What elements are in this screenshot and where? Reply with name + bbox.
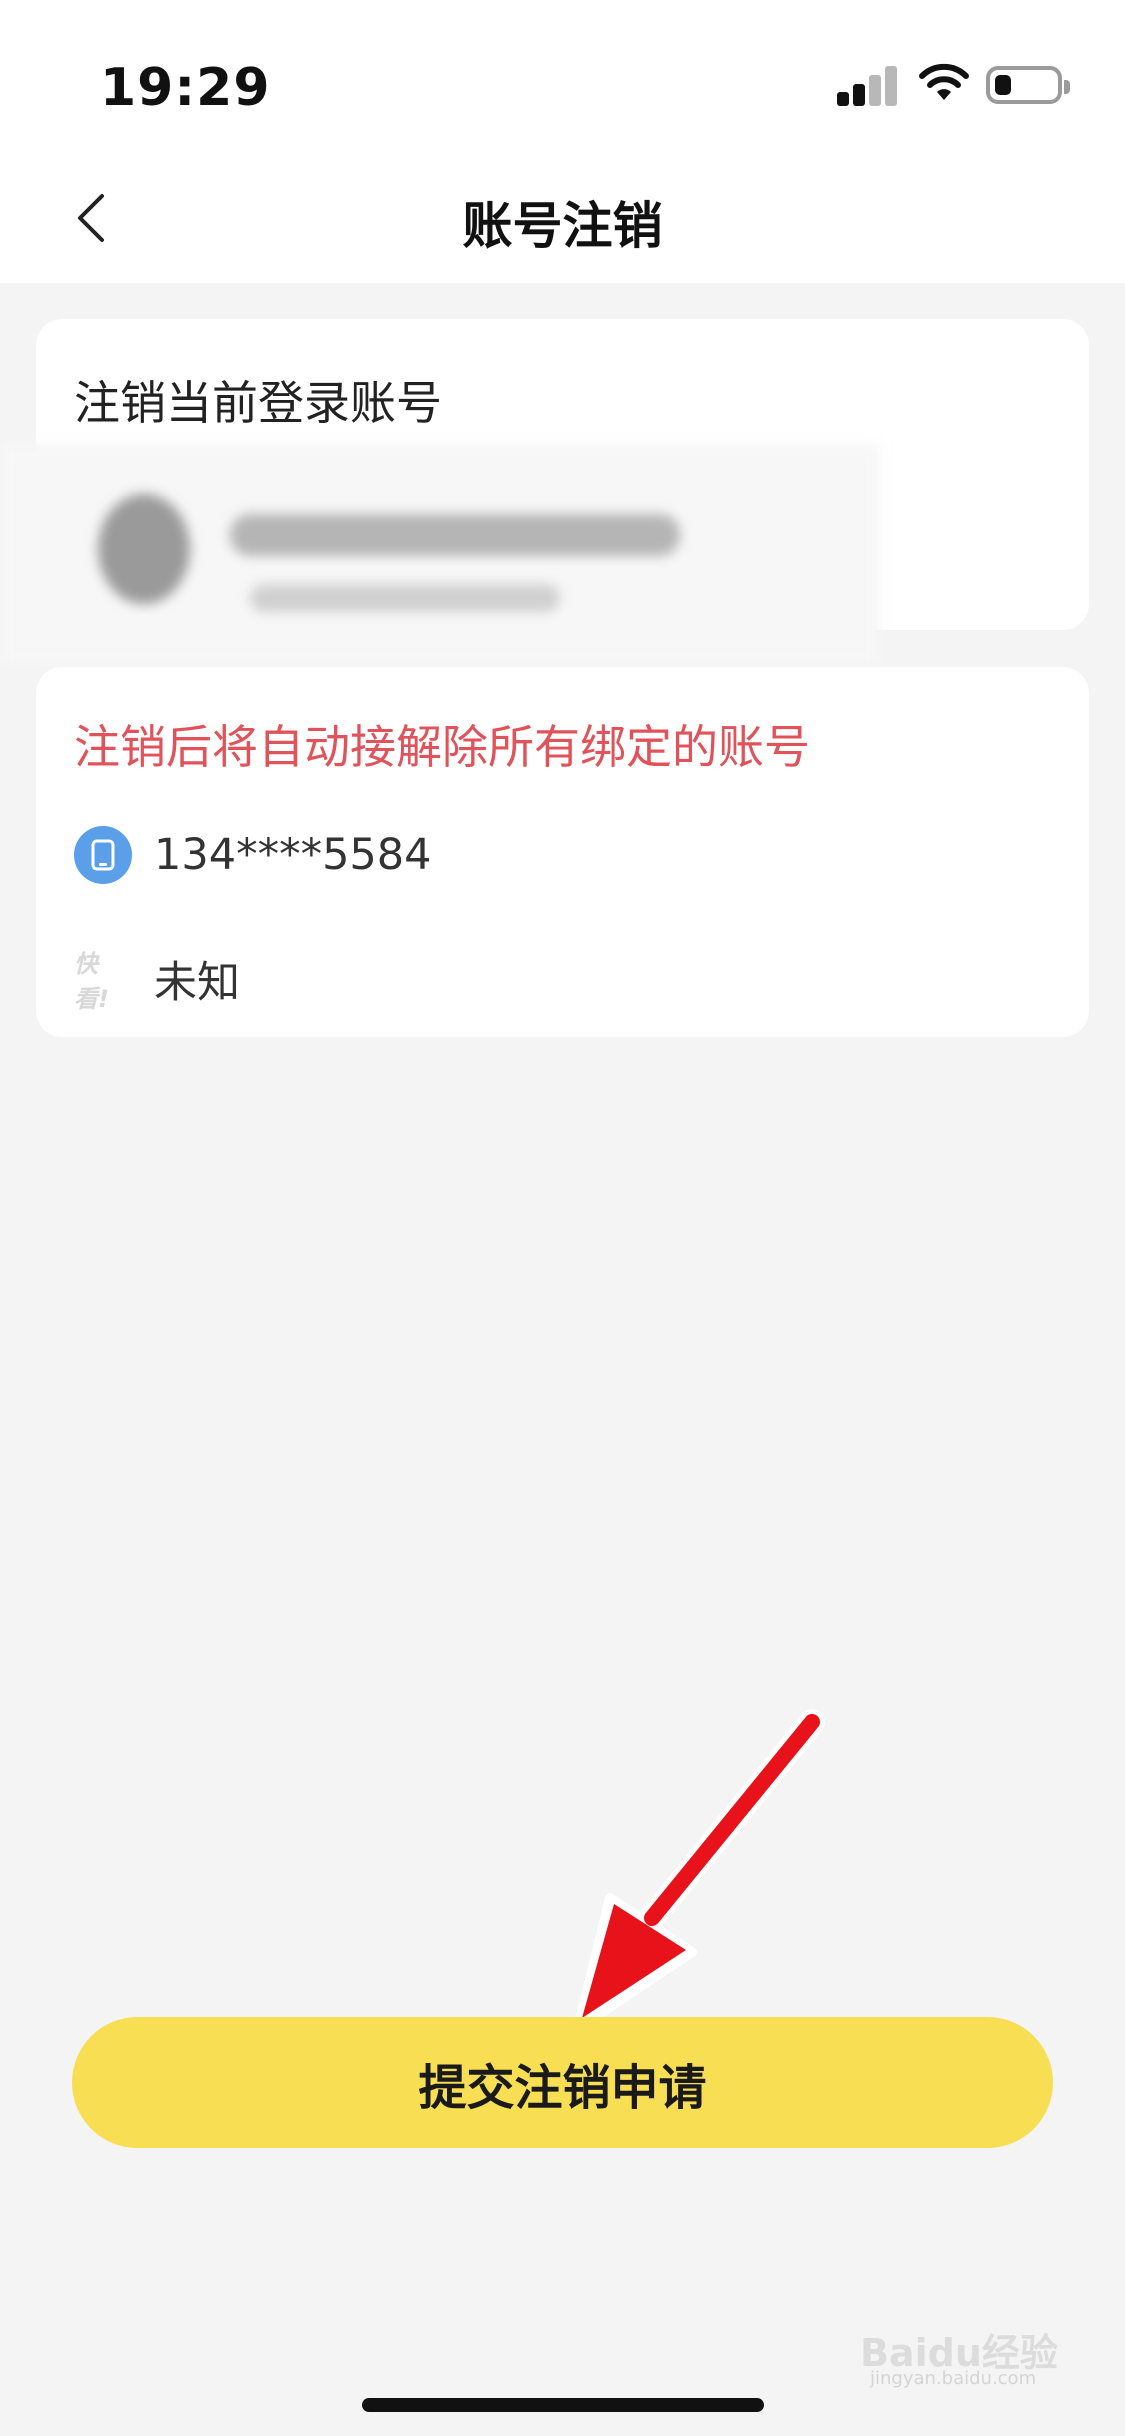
watermark-url: jingyan.baidu.com xyxy=(870,2368,1037,2389)
wifi-icon xyxy=(919,63,969,100)
unbind-warning: 注销后将自动接解除所有绑定的账号 xyxy=(74,720,810,774)
status-time: 19:29 xyxy=(100,58,271,118)
annotation-arrow-icon xyxy=(573,1709,825,2033)
blurred-detail xyxy=(250,584,560,612)
cellular-signal-icon xyxy=(837,64,899,106)
kuaikan-logo-icon: 快看! xyxy=(74,950,109,1013)
bound-account-phone: 134****5584 xyxy=(74,826,432,884)
submit-cancellation-button[interactable]: 提交注销申请 xyxy=(72,2017,1053,2148)
home-indicator[interactable] xyxy=(362,2398,764,2412)
bound-account-kuaikan: 快看! 未知 xyxy=(74,948,240,1013)
battery-icon xyxy=(986,66,1070,104)
current-account-heading: 注销当前登录账号 xyxy=(74,376,442,430)
phone-icon xyxy=(74,826,132,884)
avatar xyxy=(98,494,190,604)
header-area: 19:29 账号注销 xyxy=(0,0,1125,283)
kuaikan-status: 未知 xyxy=(154,958,240,1008)
blurred-nickname xyxy=(230,514,680,556)
page-title: 账号注销 xyxy=(462,197,663,255)
blurred-account-info xyxy=(0,444,880,666)
current-account-card: 注销当前登录账号 xyxy=(0,319,1089,666)
bound-accounts-card: 注销后将自动接解除所有绑定的账号 134****5584 快看! 未知 xyxy=(36,667,1089,1037)
phone-number: 134****5584 xyxy=(154,830,432,880)
